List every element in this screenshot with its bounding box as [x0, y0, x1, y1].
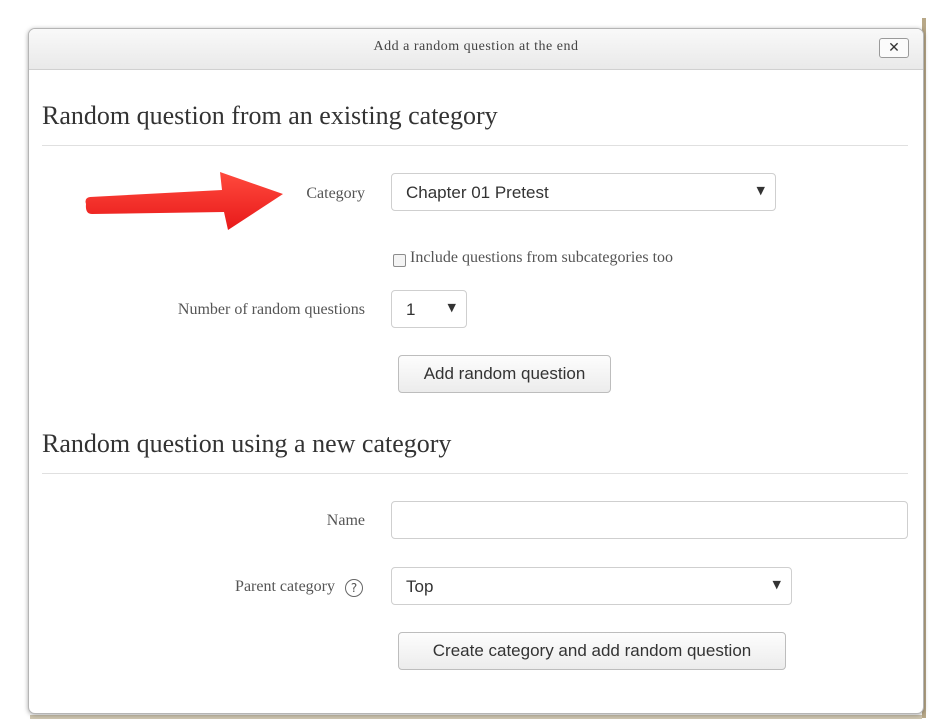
- parent-category-select[interactable]: Top ▼: [391, 567, 792, 605]
- dialog-title: Add a random question at the end: [373, 39, 579, 54]
- include-subcategories-checkbox[interactable]: [393, 254, 406, 267]
- add-random-question-button[interactable]: Add random question: [398, 355, 611, 393]
- parent-category-value: Top: [406, 577, 434, 596]
- close-button[interactable]: ✕: [879, 38, 909, 58]
- section-divider: [42, 473, 908, 474]
- chevron-down-icon: ▼: [756, 184, 765, 197]
- new-category-heading: Random question using a new category: [42, 429, 452, 458]
- random-question-dialog: Add a random question at the end ✕ Rando…: [28, 28, 924, 714]
- chevron-down-icon: ▼: [447, 301, 456, 314]
- help-icon[interactable]: ?: [345, 579, 363, 597]
- number-random-questions-label: Number of random questions: [177, 301, 365, 318]
- number-select-value: 1: [406, 300, 416, 319]
- number-random-questions-select[interactable]: 1 ▼: [391, 290, 467, 328]
- name-label: Name: [326, 512, 365, 529]
- annotation-arrow-shape: [85, 172, 283, 230]
- background-edge-bottom: [30, 715, 922, 719]
- include-subcategories-label: Include questions from subcategories too: [410, 249, 674, 266]
- category-select-value: Chapter 01 Pretest: [406, 183, 549, 202]
- create-category-button[interactable]: Create category and add random question: [398, 632, 786, 670]
- parent-category-label: Parent category: [235, 578, 335, 595]
- annotation-arrow-icon: [85, 172, 283, 230]
- dialog-titlebar: Add a random question at the end ✕: [29, 29, 923, 70]
- name-input[interactable]: [391, 501, 908, 539]
- category-select[interactable]: Chapter 01 Pretest ▼: [391, 173, 776, 211]
- close-icon: ✕: [888, 40, 900, 56]
- chevron-down-icon: ▼: [772, 578, 781, 591]
- existing-category-heading: Random question from an existing categor…: [42, 101, 498, 130]
- section-divider: [42, 145, 908, 146]
